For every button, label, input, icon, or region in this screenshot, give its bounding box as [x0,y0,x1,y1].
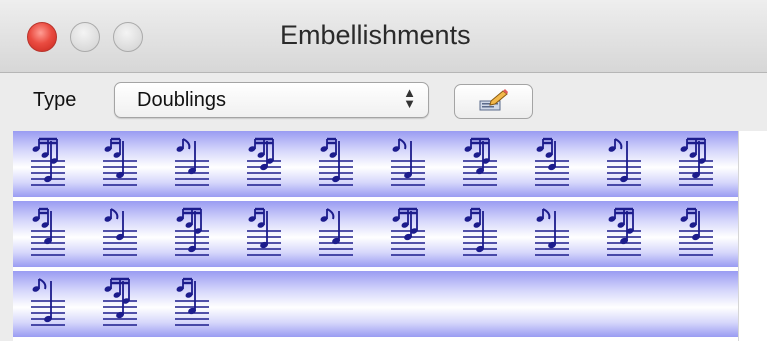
toolbar: Type Doublings ▲ ▼ [0,73,767,130]
embellishments-window: Embellishments Type Doublings ▲ ▼ [0,0,767,341]
doubling-glyph-icon[interactable] [29,275,67,333]
window-title: Embellishments [280,20,471,50]
doubling-glyph-icon[interactable] [461,135,499,193]
doubling-glyph-icon[interactable] [677,135,715,193]
title-bar: Embellishments [0,0,767,73]
doubling-glyph-icon[interactable] [533,135,571,193]
doubling-glyph-icon[interactable] [605,135,643,193]
doubling-glyph-icon[interactable] [173,135,211,193]
empty-side-panel [738,131,767,341]
type-select[interactable]: Doublings ▲ ▼ [114,82,429,118]
type-label: Type [33,89,77,111]
doubling-glyph-icon[interactable] [101,205,139,263]
grid-row [13,271,738,337]
edit-embellishment-button[interactable] [454,84,533,119]
grid-row [13,201,738,267]
doubling-glyph-icon[interactable] [101,275,139,333]
select-arrows-icon: ▲ ▼ [403,85,416,111]
doubling-glyph-icon[interactable] [29,205,67,263]
doubling-glyph-icon[interactable] [29,135,67,193]
embellishment-grid [13,131,738,341]
doubling-glyph-icon[interactable] [389,205,427,263]
close-button[interactable] [27,22,57,52]
doubling-glyph-icon[interactable] [173,205,211,263]
doubling-glyph-icon[interactable] [245,135,283,193]
doubling-glyph-icon[interactable] [317,135,355,193]
doubling-glyph-icon[interactable] [533,205,571,263]
doubling-glyph-icon[interactable] [677,205,715,263]
doubling-glyph-icon[interactable] [461,205,499,263]
grid-row [13,131,738,197]
minimize-button[interactable] [70,22,100,52]
doubling-glyph-icon[interactable] [245,205,283,263]
type-select-value: Doublings [137,89,226,111]
doubling-glyph-icon[interactable] [173,275,211,333]
zoom-button[interactable] [113,22,143,52]
edit-pencil-icon [479,89,508,111]
divider [738,131,739,341]
doubling-glyph-icon[interactable] [317,205,355,263]
doubling-glyph-icon[interactable] [389,135,427,193]
doubling-glyph-icon[interactable] [605,205,643,263]
doubling-glyph-icon[interactable] [101,135,139,193]
